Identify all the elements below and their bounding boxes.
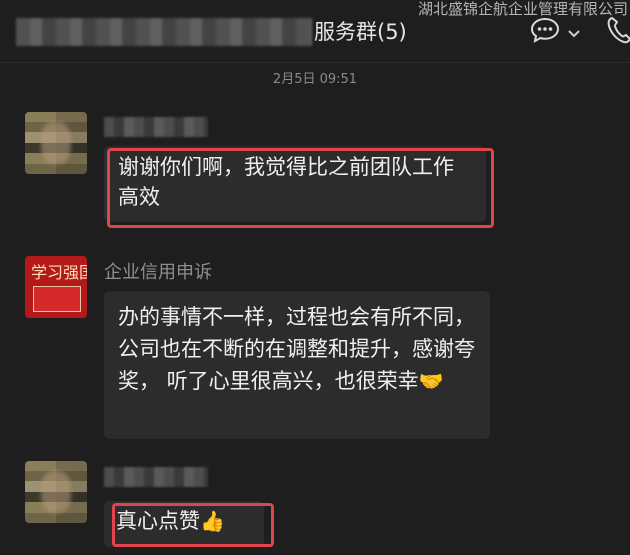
avatar-banner xyxy=(33,286,81,312)
handshake-emoji: 🤝 xyxy=(418,369,444,393)
phone-icon[interactable] xyxy=(606,15,630,49)
timestamp: 2月5日 09:51 xyxy=(272,72,358,87)
pixelated-group-name xyxy=(16,18,312,46)
message-bubble[interactable]: 办的事情不一样，过程也会有所不同，公司也在不断的在调整和提升，感谢夸奖， 听了心… xyxy=(104,291,490,439)
avatar[interactable]: 学习强国 xyxy=(25,256,87,318)
sender-name: 企业信用申诉 xyxy=(104,262,212,283)
avatar-logo: 学习强国 xyxy=(31,263,87,282)
avatar[interactable] xyxy=(25,112,87,174)
chat-bubble-icon[interactable] xyxy=(530,16,560,48)
avatar[interactable] xyxy=(25,461,87,523)
watermark: 湖北盛锦企航企业管理有限公司 xyxy=(417,0,628,18)
group-title: 服务群(5) xyxy=(314,20,407,44)
highlight-box xyxy=(107,148,494,228)
highlight-box xyxy=(112,503,274,547)
chevron-down-icon[interactable] xyxy=(567,24,581,43)
pixelated-sender-name xyxy=(104,117,208,137)
pixelated-sender-name xyxy=(104,467,208,487)
